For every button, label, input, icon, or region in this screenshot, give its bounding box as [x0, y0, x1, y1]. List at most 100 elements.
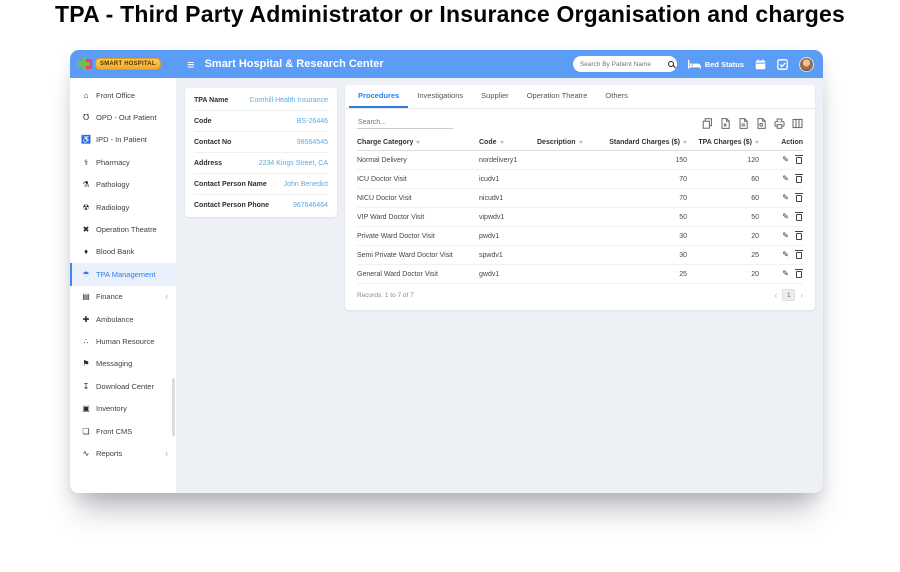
hamburger-menu-icon[interactable]: ≡ [187, 58, 195, 71]
delete-icon[interactable] [796, 252, 802, 259]
task-check-icon[interactable] [777, 59, 788, 70]
cell-standard-charges: 50 [592, 214, 687, 221]
table-header-row: Charge Category Code Description Standar… [357, 134, 803, 151]
edit-icon[interactable]: ✎ [782, 175, 789, 183]
column-visibility-icon[interactable] [792, 118, 803, 129]
tab-operation-theatre[interactable]: Operation Theatre [518, 85, 597, 108]
sidebar-item-label: Reports [96, 449, 122, 458]
sidebar-item-messaging[interactable]: ⚑Messaging [70, 353, 176, 375]
edit-icon[interactable]: ✎ [782, 270, 789, 278]
delete-icon[interactable] [796, 214, 802, 221]
app-logo[interactable]: SMART HOSPITAL [70, 57, 176, 71]
export-toolbar [702, 118, 803, 129]
sidebar-scrollbar[interactable] [172, 378, 175, 436]
tpa-detail-value: 2234 Kings Street, CA [255, 160, 328, 167]
sidebar-item-label: Pharmacy [96, 158, 130, 167]
cell-tpa-charges: 50 [687, 214, 759, 221]
calendar-icon[interactable] [755, 59, 766, 70]
sidebar-item-label: Radiology [96, 203, 129, 212]
tpa-detail-label: Contact Person Phone [194, 202, 269, 209]
excel-export-icon[interactable] [720, 118, 731, 129]
sidebar-item-pharmacy[interactable]: ⚕ Pharmacy [70, 151, 176, 173]
delete-icon[interactable] [796, 271, 802, 278]
charges-panel: Procedures Investigations Supplier Opera… [345, 85, 815, 310]
sidebar-item-operation-theatre[interactable]: ✖Operation Theatre [70, 218, 176, 240]
copy-icon[interactable] [702, 118, 713, 129]
prev-page-icon[interactable]: ‹ [775, 291, 778, 300]
edit-icon[interactable]: ✎ [782, 251, 789, 259]
app-header-title: Smart Hospital & Research Center [205, 58, 384, 70]
sidebar-item-tpa-management[interactable]: ☂TPA Management [70, 263, 176, 285]
sidebar-item-label: Pathology [96, 180, 129, 189]
table-row: Normal Delivery nordelivery1 150 120 ✎ [357, 151, 803, 170]
user-avatar[interactable] [799, 57, 814, 72]
delete-icon[interactable] [796, 176, 802, 183]
sidebar-item-ipd[interactable]: ♿IPD - In Patient [70, 129, 176, 151]
delete-icon[interactable] [796, 157, 802, 164]
sidebar-item-inventory[interactable]: ▣Inventory [70, 397, 176, 419]
table-row: NICU Doctor Visit nicudv1 70 60 ✎ [357, 189, 803, 208]
sidebar-item-front-office[interactable]: ⌂Front Office [70, 84, 176, 106]
patient-search-box[interactable] [573, 56, 677, 72]
edit-icon[interactable]: ✎ [782, 213, 789, 221]
cell-tpa-charges: 60 [687, 176, 759, 183]
cell-code: nicudv1 [479, 195, 537, 202]
cell-charge-category: NICU Doctor Visit [357, 195, 479, 202]
sidebar-item-label: OPD - Out Patient [96, 113, 156, 122]
sidebar-item-label: Finance [96, 292, 123, 301]
edit-icon[interactable]: ✎ [782, 156, 789, 164]
delete-icon[interactable] [796, 195, 802, 202]
tab-investigations[interactable]: Investigations [408, 85, 472, 108]
csv-export-icon[interactable] [738, 118, 749, 129]
pharmacy-icon: ⚕ [81, 158, 91, 167]
flask-icon: ⚗ [81, 180, 91, 189]
cell-charge-category: General Ward Doctor Visit [357, 271, 479, 278]
sidebar-item-download-center[interactable]: ↧Download Center [70, 375, 176, 397]
col-standard-charges[interactable]: Standard Charges ($) [592, 139, 687, 146]
page-number-button[interactable]: 1 [782, 289, 795, 301]
edit-icon[interactable]: ✎ [782, 194, 789, 202]
cell-charge-category: Private Ward Doctor Visit [357, 233, 479, 240]
edit-icon[interactable]: ✎ [782, 232, 789, 240]
inventory-box-icon: ▣ [81, 404, 91, 413]
cell-charge-category: Semi Private Ward Doctor Visit [357, 252, 479, 259]
logo-cross-icon [77, 57, 90, 70]
cell-tpa-charges: 20 [687, 271, 759, 278]
cell-code: pwdv1 [479, 233, 537, 240]
delete-icon[interactable] [796, 233, 802, 240]
sidebar-item-front-cms[interactable]: ❏Front CMS [70, 420, 176, 442]
print-icon[interactable] [774, 118, 785, 129]
org-chart-icon: ∴ [81, 337, 91, 346]
sidebar-item-pathology[interactable]: ⚗ Pathology [70, 174, 176, 196]
sidebar-item-label: Operation Theatre [96, 225, 157, 234]
tpa-detail-row: TPA NameCornhill Health Insurance [194, 90, 328, 111]
tab-others[interactable]: Others [596, 85, 637, 108]
col-code[interactable]: Code [479, 139, 537, 146]
sidebar-item-radiology[interactable]: ☢Radiology [70, 196, 176, 218]
monitor-icon: ❏ [81, 427, 91, 436]
sidebar: ⌂Front Office ℧OPD - Out Patient ♿IPD - … [70, 78, 176, 493]
finance-icon: ▤ [81, 292, 91, 301]
tab-supplier[interactable]: Supplier [472, 85, 518, 108]
col-description[interactable]: Description [537, 139, 592, 146]
sidebar-item-ambulance[interactable]: ✚Ambulance [70, 308, 176, 330]
sidebar-item-reports[interactable]: ∿Reports‹ [70, 442, 176, 464]
cell-standard-charges: 70 [592, 195, 687, 202]
table-search-input[interactable] [357, 117, 453, 129]
bed-status-button[interactable]: Bed Status [688, 60, 744, 69]
table-row: Semi Private Ward Doctor Visit spwdv1 30… [357, 246, 803, 265]
tpa-detail-label: TPA Name [194, 97, 228, 104]
cell-code: gwdv1 [479, 271, 537, 278]
pdf-export-icon[interactable] [756, 118, 767, 129]
cell-code: icudv1 [479, 176, 537, 183]
tab-procedures[interactable]: Procedures [349, 85, 408, 108]
col-charge-category[interactable]: Charge Category [357, 139, 479, 146]
patient-search-input[interactable] [580, 61, 668, 68]
sidebar-item-opd[interactable]: ℧OPD - Out Patient [70, 106, 176, 128]
col-tpa-charges[interactable]: TPA Charges ($) [687, 139, 759, 146]
sidebar-item-finance[interactable]: ▤Finance‹ [70, 286, 176, 308]
sort-caret-icon [579, 141, 583, 144]
sidebar-item-human-resource[interactable]: ∴Human Resource [70, 330, 176, 352]
sidebar-item-blood-bank[interactable]: ♦Blood Bank [70, 241, 176, 263]
next-page-icon[interactable]: › [800, 291, 803, 300]
